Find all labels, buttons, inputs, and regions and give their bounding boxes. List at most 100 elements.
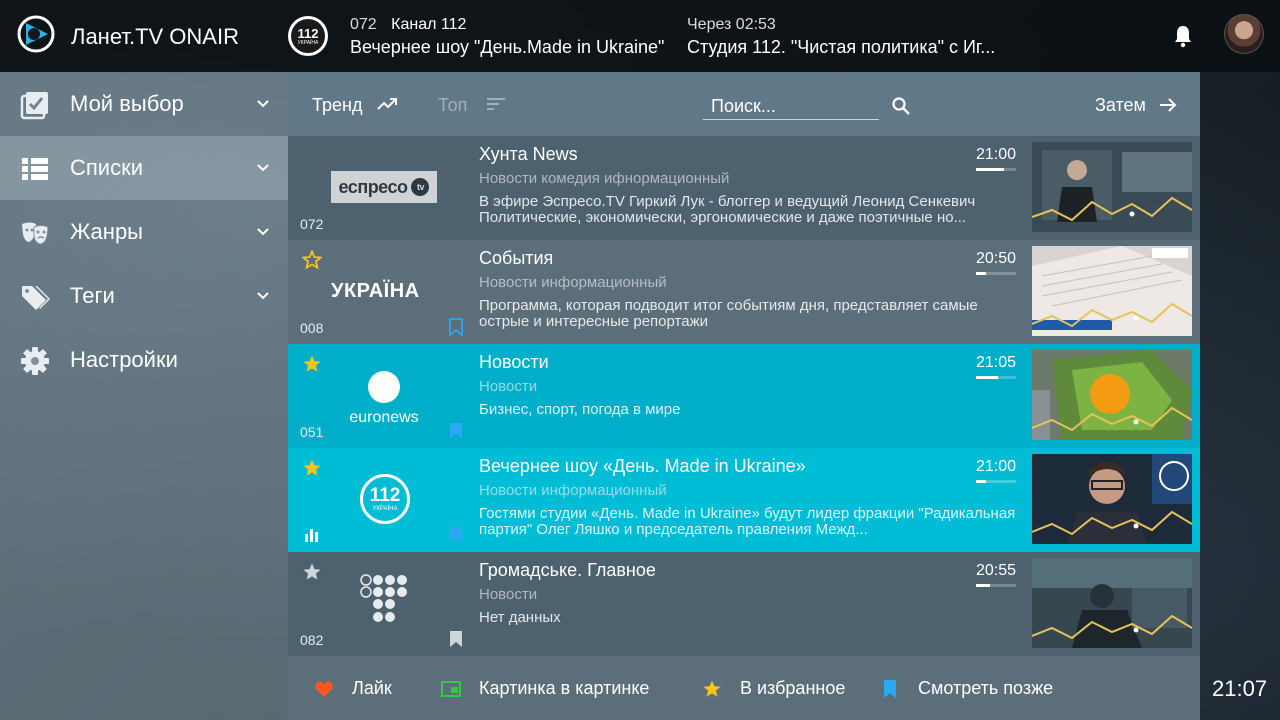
sidebar-item-lists[interactable]: Списки xyxy=(0,136,288,200)
program-description: Программа, которая подводит итог события… xyxy=(479,298,978,330)
program-row[interactable]: УКРАЇНА 008 События Новости информационн… xyxy=(288,240,1200,344)
program-list: еспресо tv 072 Хунта News Новости комедия… xyxy=(288,136,1200,656)
top-bar: Ланет.TV ONAIR 112 УКРАЇНА 072 Канал 112… xyxy=(0,0,1280,72)
program-thumbnail[interactable] xyxy=(1032,246,1192,336)
program-title: Громадське. Главное xyxy=(479,560,656,580)
bell-icon[interactable] xyxy=(1172,24,1194,48)
star-icon xyxy=(703,680,721,697)
user-avatar[interactable] xyxy=(1224,14,1264,54)
program-row[interactable]: 082 Громадське. Главное Новости Нет данн… xyxy=(288,552,1200,656)
program-title: Новости xyxy=(479,352,549,372)
next-show-title: Студия 112. "Чистая политика" с Иг... xyxy=(687,37,996,57)
arrow-right-icon[interactable] xyxy=(1158,95,1178,115)
sort-icon xyxy=(487,98,505,110)
program-thumbnail[interactable] xyxy=(1032,454,1192,544)
bookmark-filled-icon[interactable] xyxy=(448,422,464,440)
star-outline-icon[interactable] xyxy=(302,250,322,270)
clock: 21:07 xyxy=(1212,676,1268,701)
program-thumbnail[interactable] xyxy=(1032,350,1192,440)
program-time: 21:00 xyxy=(975,458,1016,475)
tab-top[interactable]: Топ xyxy=(438,95,467,116)
program-progress xyxy=(976,480,1016,483)
current-channel-number: 072 xyxy=(350,16,377,33)
sidebar-item-label: Списки xyxy=(70,155,144,180)
program-thumbnail[interactable] xyxy=(1032,142,1192,232)
bookmark-icon xyxy=(884,679,896,698)
channel-logo-number: 112 xyxy=(369,485,401,506)
program-row[interactable]: 112 УКРАЇНА Вечернее шоу «День. Made in … xyxy=(288,448,1200,552)
program-title: Вечернее шоу «День. Made in Ukraine» xyxy=(479,456,806,476)
chevron-down-icon xyxy=(257,228,269,236)
channel-logo-espreso: еспресо tv xyxy=(331,171,437,203)
app-logo-icon xyxy=(17,15,55,53)
sidebar-item-genres[interactable]: Жанры xyxy=(0,200,288,264)
star-filled-icon[interactable] xyxy=(302,458,322,478)
sidebar-item-my-choice[interactable]: Мой выбор xyxy=(0,72,288,136)
tab-trend[interactable]: Тренд xyxy=(312,95,362,116)
program-time: 21:05 xyxy=(975,354,1016,371)
action-bar: Лайк Картинка в картинке В избранное Смо… xyxy=(288,656,1200,720)
program-time: 21:00 xyxy=(975,146,1016,163)
add-favorite-button[interactable]: В избранное xyxy=(702,678,845,699)
channel-logo-text: еспресо xyxy=(338,176,408,197)
picture-in-picture-button[interactable]: Картинка в картинке xyxy=(441,678,649,699)
program-genre: Новости информационный xyxy=(479,274,667,291)
theater-masks-icon xyxy=(22,222,49,245)
sidebar-item-label: Теги xyxy=(70,283,115,308)
sidebar-item-tags[interactable]: Теги xyxy=(0,264,288,328)
chevron-down-icon xyxy=(257,100,269,108)
then-button[interactable]: Затем xyxy=(1095,95,1146,116)
current-show-title: Вечернее шоу "День.Made in Ukraine" xyxy=(350,37,665,57)
program-row[interactable]: еспресо tv 072 Хунта News Новости комедия… xyxy=(288,136,1200,240)
bookmark-outline-icon[interactable] xyxy=(448,318,464,336)
favorite-label: В избранное xyxy=(740,678,846,698)
current-channel-name: Канал 112 xyxy=(391,16,467,33)
channel-logo-cell: еспресо tv 072 xyxy=(288,136,478,240)
program-description: Бизнес, спорт, погода в мире xyxy=(479,402,681,418)
channel-logo-cell: 112 УКРАЇНА xyxy=(288,448,478,552)
channel-logo-euronews: euronews xyxy=(349,371,419,426)
channel-logo-ukraina: УКРАЇНА xyxy=(331,280,420,302)
program-progress xyxy=(976,584,1016,587)
next-show-label: Через 02:53 xyxy=(687,16,776,33)
current-channel-logo[interactable]: 112 УКРАЇНА xyxy=(288,16,328,56)
checkbox-list-icon xyxy=(20,92,48,120)
program-thumbnail[interactable] xyxy=(1032,558,1192,648)
channel-logo-cell: 082 xyxy=(288,552,478,656)
chevron-down-icon xyxy=(257,292,269,300)
program-time: 20:55 xyxy=(975,562,1016,579)
program-genre: Новости информационный xyxy=(479,482,667,499)
program-progress xyxy=(976,272,1016,275)
trending-up-icon xyxy=(377,98,397,110)
channel-logo-112: 112 УКРАЇНА xyxy=(360,474,410,524)
sidebar-item-settings[interactable]: Настройки xyxy=(0,328,288,392)
program-description: В эфире Эспресо.TV Гиркий Лук - блоггер … xyxy=(479,194,976,226)
channel-logo-sub: УКРАЇНА xyxy=(372,506,398,512)
channel-logo-hromadske xyxy=(360,574,407,622)
heart-icon xyxy=(315,681,333,697)
bookmark-filled-icon[interactable] xyxy=(448,526,464,544)
tags-icon xyxy=(22,286,50,310)
like-button[interactable]: Лайк xyxy=(314,678,392,699)
program-genre: Новости xyxy=(479,378,538,395)
sidebar-item-label: Настройки xyxy=(70,347,178,372)
star-filled-icon[interactable] xyxy=(302,354,322,374)
bar-chart-icon xyxy=(305,529,318,542)
bookmark-filled-icon[interactable] xyxy=(448,630,464,648)
picture-in-picture-icon xyxy=(441,680,461,697)
program-genre: Новости xyxy=(479,586,538,603)
star-filled-icon[interactable] xyxy=(302,562,322,582)
watch-later-button[interactable]: Смотреть позже xyxy=(880,678,1053,699)
program-progress xyxy=(976,168,1016,171)
channel-logo-badge: tv xyxy=(411,178,430,196)
sidebar: Мой выбор Списки Жанры Теги Настройки xyxy=(0,72,288,720)
watch-later-label: Смотреть позже xyxy=(918,678,1054,698)
channel-number: 008 xyxy=(300,320,324,336)
search-input[interactable]: Поиск... xyxy=(703,92,879,120)
pip-label: Картинка в картинке xyxy=(479,678,650,698)
current-channel-logo-sub: УКРАЇНА xyxy=(297,39,319,46)
list-icon xyxy=(22,158,48,180)
program-row[interactable]: euronews 051 Новости Новости Бизнес, спо… xyxy=(288,344,1200,448)
sidebar-item-label: Мой выбор xyxy=(70,91,184,116)
search-icon[interactable] xyxy=(891,96,911,116)
